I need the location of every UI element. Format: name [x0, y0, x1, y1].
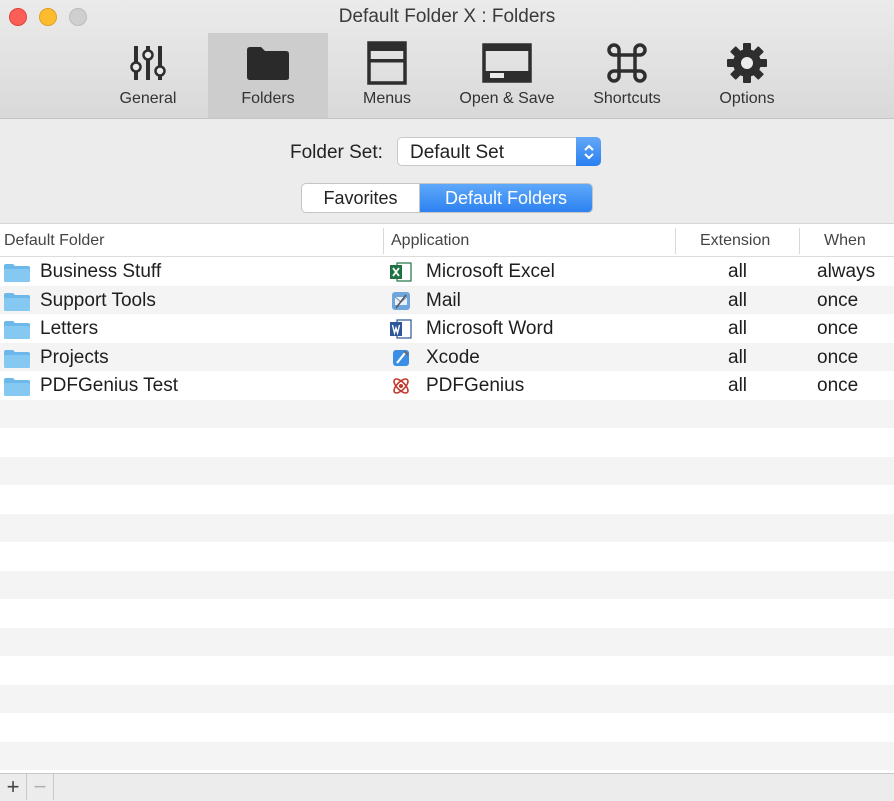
toolbar-folders-button[interactable]: Folders [208, 33, 328, 118]
folder-icon [4, 321, 30, 344]
column-header-default-folder[interactable]: Default Folder [4, 232, 105, 250]
extension-value: all [728, 318, 748, 339]
toolbar-shortcuts-button[interactable]: Shortcuts [567, 33, 687, 118]
toolbar-menus-button[interactable]: Menus [327, 33, 447, 118]
bottom-bar: + − [0, 773, 894, 801]
folder-set-value: Default Set [410, 142, 504, 163]
row-stripe [0, 570, 894, 599]
segment-default-folders[interactable]: Default Folders [420, 184, 592, 212]
toolbar-label: Folders [241, 90, 295, 107]
application-name: Xcode [426, 346, 480, 368]
gear-icon [687, 41, 807, 85]
extension-value: all [728, 375, 748, 396]
toolbar-label: General [119, 90, 177, 107]
folder-icon [208, 41, 328, 85]
column-header-extension[interactable]: Extension [700, 232, 770, 250]
column-header-application[interactable]: Application [391, 232, 469, 250]
toolbar-label: Options [719, 90, 775, 107]
remove-button[interactable]: − [27, 774, 54, 800]
application-name: Mail [426, 289, 461, 311]
when-value: always [817, 261, 876, 282]
window-title: Default Folder X : Folders [338, 6, 556, 27]
segment-favorites[interactable]: Favorites [302, 184, 420, 212]
chevron-updown-icon [576, 137, 601, 166]
title-toolbar: Default Folder X : Folders General Folde… [0, 0, 894, 119]
excel-icon [390, 261, 412, 283]
preferences-window: Default Folder X : Folders General Folde… [0, 0, 894, 801]
table-row[interactable]: Business Stuff Microsoft Excel all alway… [0, 257, 894, 286]
folder-name: PDFGenius Test [40, 375, 178, 396]
row-stripe [0, 684, 894, 713]
sliders-icon [88, 41, 208, 85]
table-row[interactable]: Projects Xcode all once [0, 343, 894, 372]
folder-name: Business Stuff [40, 261, 162, 282]
extension-value: all [728, 289, 748, 311]
when-value: once [817, 346, 859, 368]
folder-name: Projects [40, 346, 109, 368]
table-row[interactable]: Letters Microsoft Word all once [0, 314, 894, 343]
row-stripe [0, 741, 894, 770]
extension-value: all [728, 346, 748, 368]
toolbar-options-button[interactable]: Options [687, 33, 807, 118]
toolbar-open-save-button[interactable]: Open & Save [447, 33, 567, 118]
when-value: once [817, 289, 859, 311]
menu-window-icon [327, 41, 447, 85]
application-name: Microsoft Word [426, 318, 554, 339]
when-value: once [817, 318, 859, 339]
extension-value: all [728, 261, 748, 282]
toolbar-label: Open & Save [459, 90, 555, 107]
default-folders-table: Default Folder Application Extension Whe… [0, 223, 894, 773]
table-header: Default Folder Application Extension Whe… [0, 223, 894, 257]
toolbar-label: Shortcuts [593, 90, 661, 107]
folder-set-label: Folder Set: [290, 142, 383, 163]
column-divider[interactable] [799, 228, 800, 254]
word-icon [390, 318, 412, 340]
command-icon [567, 41, 687, 85]
row-stripe [0, 513, 894, 542]
table-row[interactable]: Support Tools Mail all once [0, 286, 894, 315]
folder-type-segmented-control: Favorites Default Folders [301, 183, 593, 213]
folder-icon [4, 349, 30, 373]
folder-icon [4, 292, 30, 316]
folder-icon [4, 378, 30, 401]
column-divider[interactable] [675, 228, 676, 254]
table-row[interactable]: PDFGenius Test PDFGenius all once [0, 371, 894, 400]
column-divider[interactable] [383, 228, 384, 254]
row-stripe [0, 627, 894, 656]
add-button[interactable]: + [0, 774, 27, 800]
open-save-window-icon [447, 41, 567, 85]
xcode-icon [390, 347, 412, 369]
folder-icon [4, 264, 30, 287]
row-stripe [0, 399, 894, 428]
folder-set-select[interactable]: Default Set [397, 137, 601, 166]
folder-name: Support Tools [40, 289, 156, 311]
when-value: once [817, 375, 859, 396]
toolbar-label: Menus [362, 90, 412, 107]
row-stripe [0, 456, 894, 485]
toolbar-general-button[interactable]: General [88, 33, 208, 118]
mail-icon [390, 290, 412, 312]
pdfgenius-icon [390, 375, 412, 397]
application-name: Microsoft Excel [426, 261, 555, 282]
folder-name: Letters [40, 318, 99, 339]
column-header-when[interactable]: When [824, 232, 866, 250]
application-name: PDFGenius [426, 375, 525, 396]
